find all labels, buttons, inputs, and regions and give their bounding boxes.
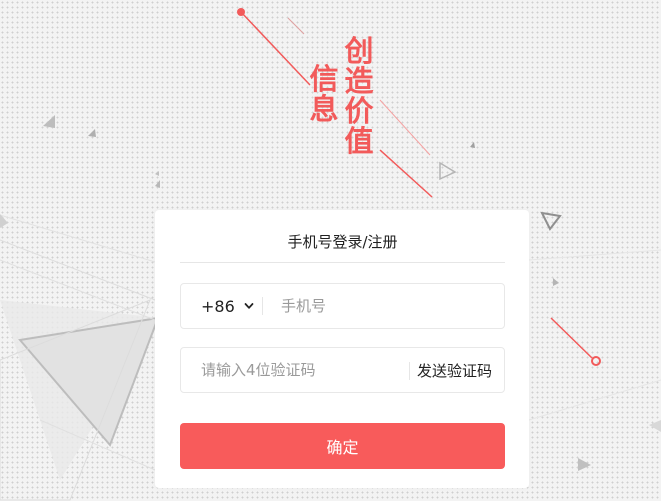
phone-number-input[interactable]	[281, 295, 491, 317]
login-title: 手机号登录/注册	[180, 230, 505, 263]
send-code-button[interactable]: 发送验证码	[417, 360, 492, 381]
divider	[262, 297, 263, 315]
verification-code-input[interactable]	[201, 359, 401, 381]
chevron-down-icon	[244, 303, 254, 309]
country-code-select[interactable]: +86	[181, 284, 261, 328]
confirm-button[interactable]: 确定	[180, 423, 505, 469]
divider	[409, 362, 410, 380]
slogan-primary-text: 创造价值	[344, 34, 374, 158]
country-code-value: +86	[201, 296, 235, 316]
login-card: 手机号登录/注册 +86 发送验证码 确定	[155, 210, 529, 488]
slogan-secondary-text: 信息	[309, 62, 339, 126]
phone-field: +86	[180, 283, 505, 329]
verification-code-field: 发送验证码	[180, 347, 505, 393]
